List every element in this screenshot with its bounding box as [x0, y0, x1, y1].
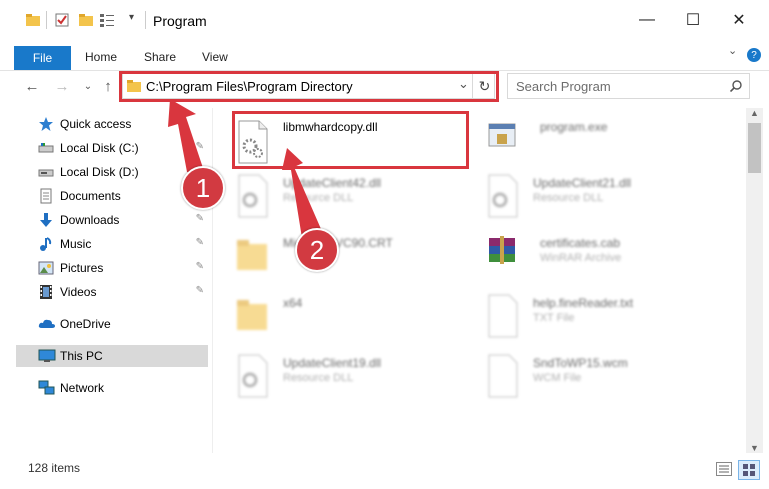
- arrow-2: [282, 148, 321, 238]
- annotation-arrows: [168, 99, 321, 238]
- step-2-badge: 2: [295, 228, 339, 272]
- step-1-badge: 1: [181, 166, 225, 210]
